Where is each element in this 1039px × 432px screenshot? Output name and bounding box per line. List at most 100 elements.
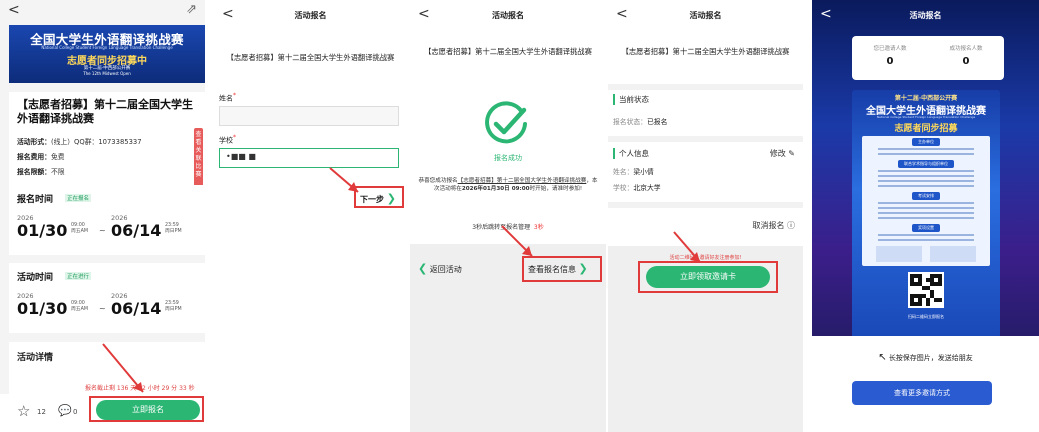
info-value: 免费 bbox=[50, 153, 65, 161]
top-bar: < ⇗ bbox=[0, 0, 205, 22]
header: < 活动报名 bbox=[812, 0, 1039, 30]
divider bbox=[608, 202, 803, 208]
save-hint-text: 长按保存图片，发送给朋友 bbox=[888, 354, 973, 362]
highlight-box bbox=[522, 256, 602, 282]
invited-label: 您已邀请人数 bbox=[873, 46, 907, 52]
back-icon[interactable]: < bbox=[616, 6, 628, 22]
share-icon[interactable]: ⇗ bbox=[186, 2, 197, 17]
back-icon[interactable]: < bbox=[8, 2, 20, 18]
name-value: 梁小倩 bbox=[633, 168, 654, 176]
msg-text: 恭喜您成功报名 bbox=[418, 178, 458, 184]
header: < 活动报名 bbox=[410, 0, 606, 30]
required-mark: * bbox=[233, 134, 236, 141]
invite-stats: 您已邀请人数 0 成功报名人数 0 bbox=[852, 36, 1004, 80]
text-line bbox=[878, 180, 974, 182]
edit-button[interactable]: 修改 ✎ bbox=[770, 148, 795, 159]
qr-code bbox=[908, 272, 944, 308]
poster-section-header: 奖项设置 bbox=[912, 224, 940, 232]
certificate-image bbox=[930, 246, 976, 262]
name-label: 姓名* bbox=[219, 92, 236, 103]
cancel-registration-button[interactable]: 取消报名 ⓘ bbox=[752, 220, 795, 231]
success-label: 成功报名人数 bbox=[949, 46, 983, 52]
personal-info-label: 个人信息 bbox=[613, 148, 649, 159]
end-time: 23:59 周日PM bbox=[165, 223, 182, 235]
edit-label: 修改 bbox=[769, 149, 786, 158]
success-text: 报名成功 bbox=[494, 154, 522, 162]
activity-time-card: 活动时间 正在进行 2026 01/30 09:00 周五AM ~ 2026 06… bbox=[9, 263, 205, 333]
poster-section-header: 联合学术指导与组织单位 bbox=[898, 160, 954, 168]
star-icon[interactable]: ☆ bbox=[17, 402, 30, 420]
back-icon[interactable]: < bbox=[418, 6, 430, 22]
success-message: 恭喜您成功报名【志愿者招募】第十二届全国大学生外语翻译挑战赛，本次活动将在202… bbox=[418, 177, 598, 193]
end-time: 23:59 周日PM bbox=[165, 301, 182, 313]
text-line bbox=[878, 207, 974, 209]
event-link[interactable]: 【志愿者招募】第十二届全国大学生外语翻译挑战赛 bbox=[458, 178, 587, 184]
event-title: 【志愿者招募】第十二届全国大学生外语翻译挑战赛 bbox=[621, 47, 790, 56]
success-count: 0 bbox=[962, 56, 970, 67]
info-row-fee: 报名费用：免费 bbox=[17, 151, 65, 161]
info-value: (线上）QQ群：1073385337 bbox=[50, 138, 142, 146]
range-dash: ~ bbox=[99, 304, 106, 313]
status-row: 报名状态：已报名 bbox=[613, 116, 667, 126]
text-line bbox=[878, 202, 974, 204]
name-row: 姓名：梁小倩 bbox=[613, 166, 654, 176]
status-badge: 正在报名 bbox=[65, 194, 92, 202]
info-row-format: 活动形式：(线上）QQ群：1073385337 bbox=[17, 136, 142, 146]
status-badge: 正在进行 bbox=[65, 272, 92, 280]
end-date: 06/14 bbox=[111, 221, 162, 240]
school-value: 北京大学 bbox=[633, 184, 661, 192]
event-title: 【志愿者招募】第十二届全国大学生外语翻译挑战赛 bbox=[226, 53, 395, 62]
invite-card-screen: < 活动报名 您已邀请人数 0 成功报名人数 0 第十二届·中西部公开赛 全国大… bbox=[812, 0, 1039, 432]
school-label: 学校* bbox=[219, 134, 236, 145]
page-title: 活动报名 bbox=[294, 10, 327, 20]
start-time: 09:00 周五AM bbox=[71, 223, 88, 235]
text-line bbox=[878, 239, 974, 241]
poster-recruit: 志愿者同步招募 bbox=[894, 124, 958, 134]
highlight-box bbox=[89, 396, 204, 422]
qr-icon bbox=[910, 274, 942, 306]
countdown-seconds: 3秒 bbox=[533, 224, 544, 231]
page-title: 活动报名 bbox=[909, 10, 942, 20]
time-value: 23:59 bbox=[165, 223, 179, 228]
start-date: 01/30 bbox=[17, 221, 68, 240]
invited-count: 0 bbox=[886, 56, 894, 67]
back-icon[interactable]: < bbox=[222, 6, 234, 22]
text-line bbox=[878, 170, 974, 172]
comment-icon[interactable]: 💬 bbox=[58, 404, 72, 417]
text-line bbox=[878, 153, 974, 155]
msg-text: 时开始，请准时参加! bbox=[529, 186, 583, 192]
registration-info-screen: < 活动报名 【志愿者招募】第十二届全国大学生外语翻译挑战赛 当前状态 报名状态… bbox=[608, 0, 803, 432]
info-key: 报名限额： bbox=[17, 168, 51, 176]
back-icon[interactable]: < bbox=[820, 6, 832, 22]
text-line bbox=[878, 185, 974, 187]
header: < 活动报名 bbox=[608, 0, 803, 30]
success-check-icon bbox=[485, 101, 527, 144]
text-line bbox=[878, 217, 974, 219]
school-field[interactable]: •■■ ■ bbox=[219, 148, 399, 168]
school-row: 学校：北京大学 bbox=[613, 182, 661, 192]
registration-time-card: 报名时间 正在报名 2026 01/30 09:00 周五AM ~ 2026 06… bbox=[9, 185, 205, 255]
name-field[interactable] bbox=[219, 106, 399, 126]
arrow-up-left-icon: ↖ bbox=[878, 352, 887, 363]
label-text: 学校 bbox=[219, 136, 233, 145]
text-line bbox=[878, 212, 974, 214]
qr-caption: 扫码二维码立即报名 bbox=[908, 314, 944, 319]
related-competition-tab[interactable]: 查看关联比赛 bbox=[194, 128, 203, 188]
invite-poster[interactable]: 第十二届·中西部公开赛 全国大学生外语翻译挑战赛 National Colleg… bbox=[852, 90, 1000, 338]
event-title: 【志愿者招募】第十二届全国大学生外语翻译挑战赛 bbox=[424, 47, 592, 56]
day-value: 周日PM bbox=[165, 229, 182, 234]
more-invite-methods-button[interactable]: 查看更多邀请方式 bbox=[852, 381, 992, 405]
poster-section-header: 主办单位 bbox=[912, 138, 940, 146]
back-label: 返回活动 bbox=[429, 265, 462, 274]
name-key: 姓名： bbox=[613, 168, 634, 176]
banner-subtitle: National College Student Foreign Languag… bbox=[41, 45, 173, 50]
star-count: 12 bbox=[37, 408, 46, 416]
registration-success-screen: < 活动报名 【志愿者招募】第十二届全国大学生外语翻译挑战赛 报名成功 恭喜您成… bbox=[410, 0, 606, 432]
banner-edition-en: The 12th Midwest Open bbox=[83, 71, 131, 76]
range-dash: ~ bbox=[99, 226, 106, 235]
text-line bbox=[878, 175, 974, 177]
registration-form-screen: < 活动报名 【志愿者招募】第十二届全国大学生外语翻译挑战赛 姓名* 学校* •… bbox=[214, 0, 407, 432]
text-line bbox=[878, 234, 974, 236]
back-to-activity-button[interactable]: ❮ 返回活动 bbox=[418, 262, 462, 275]
start-date: 01/30 bbox=[17, 299, 68, 318]
